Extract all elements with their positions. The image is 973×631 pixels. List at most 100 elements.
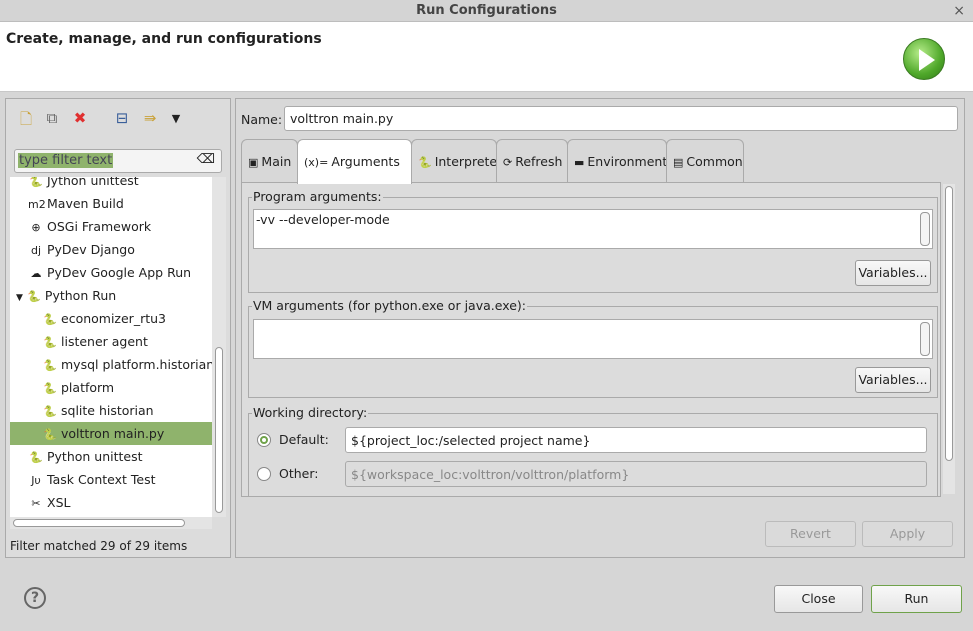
environment-icon: ▬ — [574, 156, 585, 169]
help-icon[interactable]: ? — [24, 587, 46, 609]
program-variables-button[interactable]: Variables... — [855, 260, 931, 286]
working-directory-group: Working directory: Default: ${project_lo… — [248, 405, 938, 496]
tab-label: Environment — [587, 154, 668, 169]
working-directory-label: Working directory: — [252, 405, 369, 420]
tree-item[interactable]: 🐍 listener agent — [10, 330, 212, 353]
collapse-all-icon[interactable]: ⊟ — [112, 109, 132, 127]
scrollbar[interactable] — [920, 212, 930, 246]
other-radio[interactable] — [257, 467, 271, 481]
default-label: Default: — [279, 432, 329, 447]
new-config-icon[interactable]: 🗋 — [16, 109, 36, 134]
tree-item[interactable]: 🐍 economizer_rtu3 — [10, 307, 212, 330]
main-tab-icon: ▣ — [248, 156, 259, 169]
filter-placeholder: type filter text — [18, 153, 114, 168]
tree-vertical-scrollbar[interactable] — [212, 177, 226, 517]
other-directory-input[interactable]: ${workspace_loc:volttron/volttron/platfo… — [345, 461, 927, 487]
default-directory-input[interactable]: ${project_loc:/selected project name} — [345, 427, 927, 453]
tree-item[interactable]: 🐍 platform — [10, 376, 212, 399]
scroll-thumb[interactable] — [945, 186, 953, 461]
view-menu-chevron-down-icon[interactable]: ▼ — [166, 112, 186, 125]
tab-main[interactable]: ▣ Main — [241, 139, 298, 183]
tab-label: Common — [686, 154, 743, 169]
tree-item-label: Task Context Test — [47, 472, 156, 487]
program-arguments-textarea[interactable]: -vv --developer-mode — [253, 209, 933, 249]
window-title: Run Configurations — [416, 3, 557, 18]
tab-refresh[interactable]: ⟳ Refresh — [496, 139, 568, 183]
tree-item-label: Maven Build — [47, 196, 124, 211]
tree-item-label: platform — [61, 380, 115, 395]
python-icon: 🐍 — [43, 313, 57, 326]
tab-common[interactable]: ▤ Common — [666, 139, 744, 183]
configuration-tree: 🐍 Jython unittest m2Maven Build ⊕ OSGi Frame… — [10, 177, 212, 517]
tree-item-label: volttron main.py — [61, 426, 165, 441]
maven-icon: m2 — [28, 198, 46, 211]
configuration-list-panel: 🗋 ⧉ ✖ ⊟ ⇛ ▼ type filter text ⌫ 🐍 Jython u… — [5, 98, 231, 558]
program-arguments-label: Program arguments: — [252, 189, 383, 204]
tree-item[interactable]: ✂ XSL — [10, 491, 212, 514]
tree-item-label: Jython unittest — [47, 177, 139, 188]
scroll-thumb[interactable] — [215, 347, 223, 513]
clear-filter-icon[interactable]: ⌫ — [197, 152, 215, 167]
tree-item-label: Python unittest — [47, 449, 143, 464]
tab-bar: ▣ Main (x)= Arguments 🐍 Interpreter ⟳ Refresh ▬ E… — [241, 139, 961, 184]
name-input[interactable]: volttron main.py — [284, 106, 958, 131]
delete-icon[interactable]: ✖ — [70, 109, 90, 127]
scrollbar[interactable] — [920, 322, 930, 356]
program-arguments-group: Program arguments: -vv --developer-mode … — [248, 189, 938, 293]
tree-item-label: PyDev Google App Run — [47, 265, 192, 280]
title-bar: Run Configurations — [0, 0, 973, 22]
tree-item[interactable]: m2Maven Build — [10, 192, 212, 215]
tree-item[interactable]: ▼ 🐍 Python Run — [10, 284, 212, 307]
expand-chevron-icon[interactable]: ▼ — [16, 293, 23, 303]
xsl-icon: ✂ — [31, 497, 41, 510]
tree-horizontal-scrollbar[interactable] — [10, 517, 212, 529]
refresh-icon: ⟳ — [503, 156, 513, 169]
tab-label: Refresh — [515, 154, 563, 169]
tree-item[interactable]: 🐍 sqlite historian — [10, 399, 212, 422]
filter-config-icon[interactable]: ⇛ — [140, 109, 160, 127]
apply-button[interactable]: Apply — [862, 521, 953, 547]
tab-environment[interactable]: ▬ Environment — [567, 139, 667, 183]
tree-item[interactable]: 🐍 Python unittest — [10, 445, 212, 468]
content-scrollbar[interactable] — [943, 184, 955, 494]
tab-arguments[interactable]: (x)= Arguments — [297, 139, 412, 184]
tree-item[interactable]: 🐍 volttron main.py — [10, 422, 212, 445]
django-icon: dj — [30, 244, 42, 257]
tab-label: Arguments — [331, 154, 400, 169]
python-icon: 🐍 — [43, 382, 57, 395]
python-icon: 🐍 — [43, 405, 57, 418]
scroll-thumb[interactable] — [13, 519, 185, 527]
python-icon: 🐍 — [43, 336, 57, 349]
revert-button[interactable]: Revert — [765, 521, 856, 547]
default-radio[interactable] — [257, 433, 271, 447]
tree-item[interactable]: ☁ PyDev Google App Run — [10, 261, 212, 284]
python-icon: 🐍 — [27, 290, 41, 303]
duplicate-icon[interactable]: ⧉ — [42, 109, 62, 127]
junit-icon: Jυ — [31, 474, 41, 487]
tree-item-label: economizer_rtu3 — [61, 311, 166, 326]
python-icon: 🐍 — [43, 428, 57, 441]
other-label: Other: — [279, 466, 319, 481]
vm-arguments-label: VM arguments (for python.exe or java.exe… — [252, 298, 527, 313]
tree-item[interactable]: Jυ Task Context Test — [10, 468, 212, 491]
run-logo-icon — [903, 38, 945, 80]
tree-item[interactable]: 🐍 Jython unittest — [10, 177, 212, 192]
vm-arguments-textarea[interactable] — [253, 319, 933, 359]
python-icon: 🐍 — [418, 156, 432, 169]
close-button[interactable]: Close — [774, 585, 863, 613]
osgi-icon: ⊕ — [31, 221, 41, 234]
tab-interpreter[interactable]: 🐍 Interpreter — [411, 139, 502, 183]
google-app-icon: ☁ — [30, 267, 42, 280]
vm-variables-button[interactable]: Variables... — [855, 367, 931, 393]
common-icon: ▤ — [673, 156, 684, 169]
tab-label: Main — [261, 154, 292, 169]
header-title: Create, manage, and run configurations — [6, 31, 322, 47]
tree-item[interactable]: ⊕ OSGi Framework — [10, 215, 212, 238]
filter-input[interactable]: type filter text ⌫ — [14, 149, 222, 173]
configuration-editor: Name: volttron main.py ▣ Main (x)= Argument… — [235, 98, 965, 558]
tree-item[interactable]: dj PyDev Django — [10, 238, 212, 261]
tree-item[interactable]: 🐍 mysql platform.historian — [10, 353, 212, 376]
run-button[interactable]: Run — [871, 585, 962, 613]
tree-item-label: listener agent — [61, 334, 148, 349]
close-icon[interactable]: × — [953, 0, 965, 22]
